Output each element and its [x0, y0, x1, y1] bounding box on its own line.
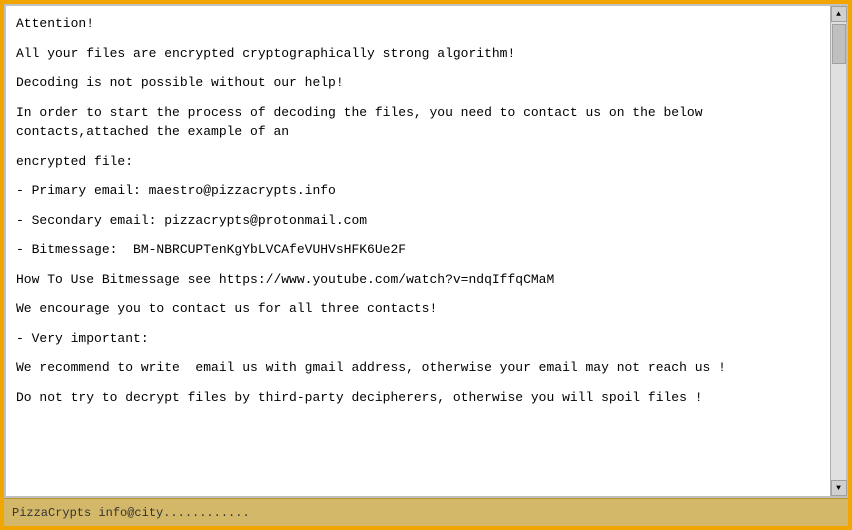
line-encrypted: encrypted file:: [16, 152, 820, 172]
scrollbar-down-button[interactable]: ▼: [831, 480, 847, 496]
line-secondary-email: - Secondary email: pizzacrypts@protonmai…: [16, 211, 820, 231]
line-all-files: All your files are encrypted cryptograph…: [16, 44, 820, 64]
text-area-wrapper: Attention! All your files are encrypted …: [4, 4, 848, 498]
line-primary-email: - Primary email: maestro@pizzacrypts.inf…: [16, 181, 820, 201]
line-how-to-use: How To Use Bitmessage see https://www.yo…: [16, 270, 820, 290]
line-very-important: - Very important:: [16, 329, 820, 349]
line-recommend: We recommend to write email us with gmai…: [16, 358, 820, 378]
scrollbar-track: ▲ ▼: [830, 6, 846, 496]
main-container: Attention! All your files are encrypted …: [0, 0, 852, 530]
scrollbar-up-button[interactable]: ▲: [831, 6, 847, 22]
line-do-not-try: Do not try to decrypt files by third-par…: [16, 388, 820, 408]
line-decoding: Decoding is not possible without our hel…: [16, 73, 820, 93]
text-content: Attention! All your files are encrypted …: [6, 6, 830, 496]
scrollbar-thumb[interactable]: [832, 24, 846, 64]
line-in-order: In order to start the process of decodin…: [16, 103, 820, 142]
line-attention: Attention!: [16, 14, 820, 34]
line-encourage: We encourage you to contact us for all t…: [16, 299, 820, 319]
footer-text: PizzaCrypts info@city............: [12, 506, 250, 520]
footer-bar: PizzaCrypts info@city............: [4, 498, 848, 526]
line-bitmessage: - Bitmessage: BM-NBRCUPTenKgYbLVCAfeVUHV…: [16, 240, 820, 260]
